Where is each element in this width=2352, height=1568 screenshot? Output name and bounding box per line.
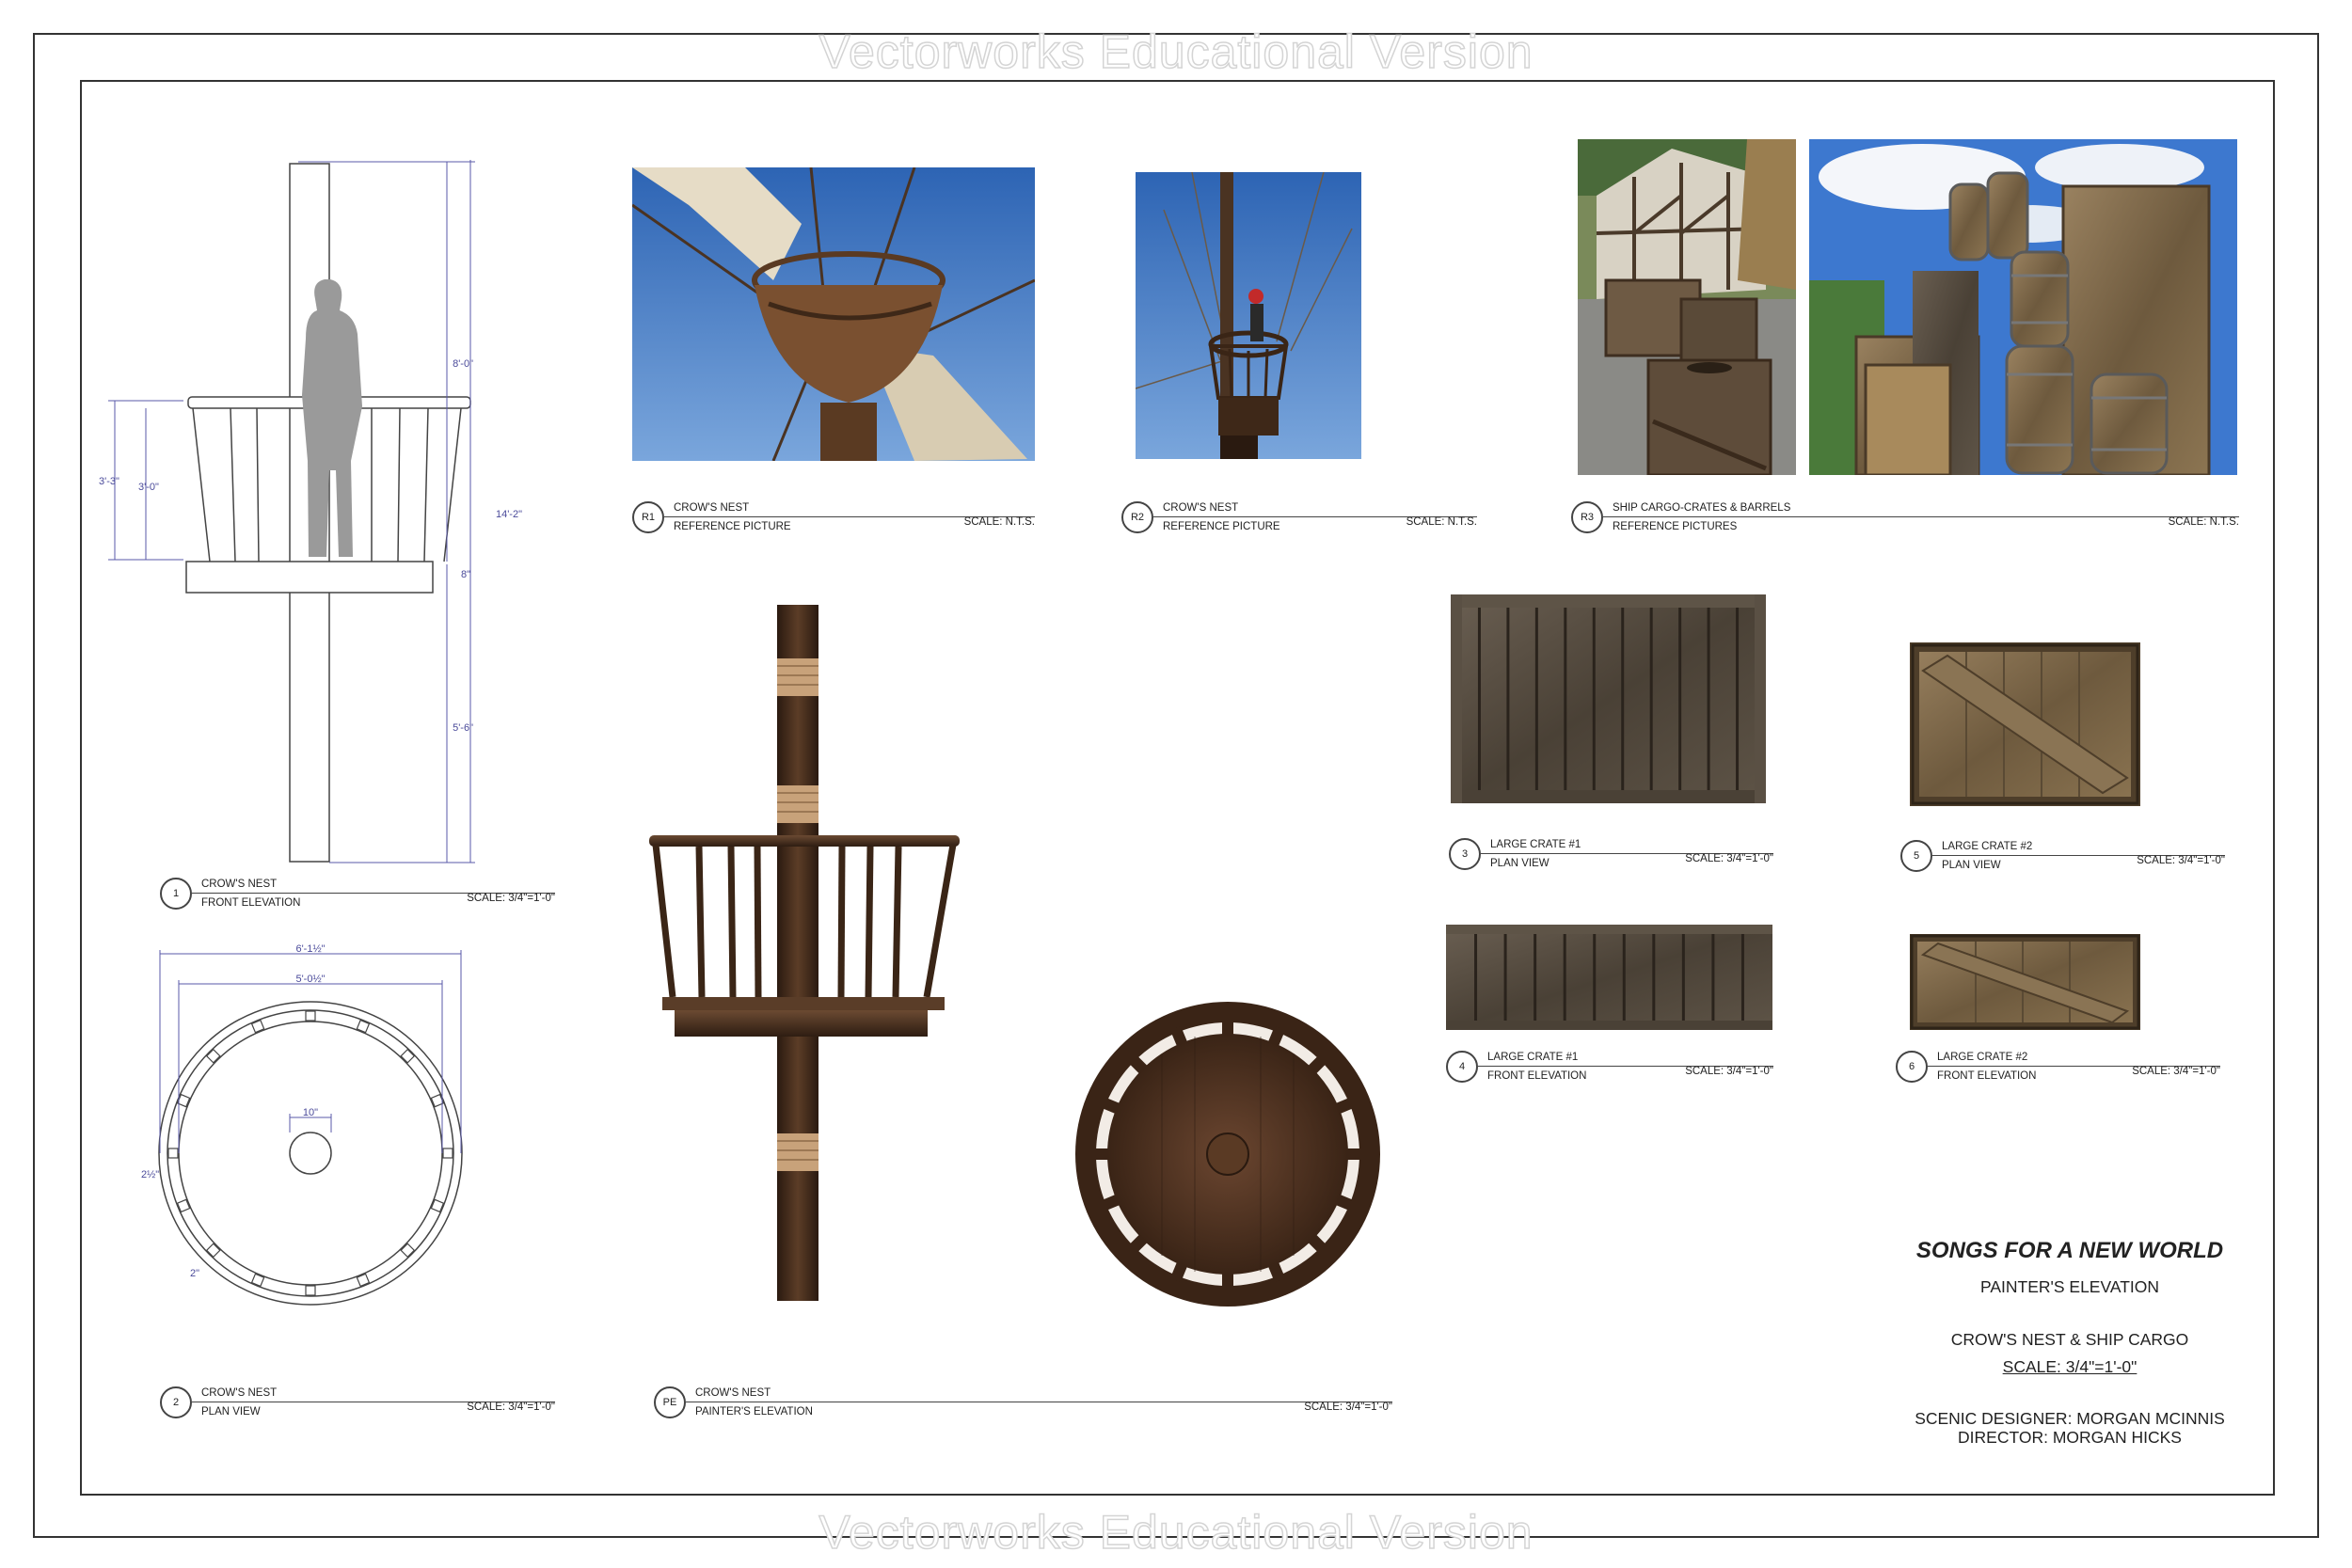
drawing-subtitle: PLAN VIEW <box>201 1406 261 1418</box>
painters-elevation-platform <box>1073 997 1383 1312</box>
drawing-scale: SCALE: N.T.S. <box>1406 516 1477 528</box>
rail-post <box>400 1048 416 1064</box>
label-drawing-1: 1 CROW'S NEST FRONT ELEVATION SCALE: 3/4… <box>160 878 555 917</box>
drawing-number: R1 <box>632 501 664 533</box>
dim-lower-height: 5'-6" <box>453 722 473 734</box>
label-reference-r3: R3 SHIP CARGO-CRATES & BARRELS REFERENCE… <box>1571 501 2239 541</box>
drawing-number: 3 <box>1449 838 1481 870</box>
drawing-subtitle: PLAN VIEW <box>1490 858 1549 869</box>
dim-rail-height-inner: 3'-0" <box>138 482 159 493</box>
drawing-number: 2 <box>160 1386 192 1418</box>
rail-post <box>400 1243 416 1259</box>
label-drawing-4: 4 LARGE CRATE #1 FRONT ELEVATION SCALE: … <box>1446 1051 1773 1090</box>
dim-rail-width: 2½" <box>141 1169 159 1180</box>
drawing-number: 1 <box>160 878 192 910</box>
drawing-title: LARGE CRATE #1 <box>1487 1052 1579 1063</box>
dim-floor-thickness: 8" <box>461 569 470 580</box>
drawing-scale: SCALE: 3/4"=1'-0" <box>2132 1066 2220 1077</box>
drawing-scale: SCALE: 3/4"=1'-0" <box>467 893 555 904</box>
reference-photo-r3-building <box>1578 139 1796 475</box>
drawing-scale: SCALE: 3/4"=1'-0" <box>467 1402 555 1413</box>
director: DIRECTOR: MORGAN HICKS <box>1958 1428 2182 1447</box>
drawing-scale: SCALE: 3/4"=1'-0" <box>1685 853 1773 864</box>
dim-upper-height: 8'-0" <box>453 358 473 370</box>
drawing-number: 4 <box>1446 1051 1478 1083</box>
label-drawing-6: 6 LARGE CRATE #2 FRONT ELEVATION SCALE: … <box>1896 1051 2220 1090</box>
rail-post <box>305 1285 316 1296</box>
crows-nest-front-elevation: 8'-0" 14'-2" 8" 5'-6" 3'-3" 3'-0" <box>89 150 560 865</box>
drawing-subtitle: FRONT ELEVATION <box>1487 1070 1587 1082</box>
dim-post-size: 2" <box>190 1268 199 1279</box>
drawing-scale: SCALE: 3/4"=1'-0" <box>2137 855 2225 866</box>
reference-photo-r1 <box>632 167 1035 461</box>
drawing-title: CROW'S NEST <box>695 1387 771 1399</box>
dim-mast-hole: 10" <box>303 1107 318 1118</box>
drawing-title: CROW'S NEST <box>1163 502 1239 514</box>
drawing-title: CROW'S NEST <box>201 1387 278 1399</box>
rail-post <box>205 1048 221 1064</box>
watermark-top: Vectorworks Educational Version <box>818 24 1534 79</box>
reference-photo-r2 <box>1136 172 1361 459</box>
drawing-title: CROW'S NEST <box>674 502 750 514</box>
drawing-title: LARGE CRATE #2 <box>1942 841 2033 852</box>
rail-post <box>205 1243 221 1259</box>
crows-nest-plan-view: 6'-1½" 5'-0½" 10" 2½" 2" <box>132 941 489 1317</box>
drawing-scale: SCALE: 3/4"=1'-0" <box>1685 1066 1773 1077</box>
label-reference-r1: R1 CROW'S NEST REFERENCE PICTURE SCALE: … <box>632 501 1035 541</box>
painters-elevation-mast <box>640 602 960 1303</box>
sheet-scale: SCALE: 3/4"=1'-0" <box>2002 1357 2137 1376</box>
drawing-scale: SCALE: 3/4"=1'-0" <box>1304 1402 1392 1413</box>
label-drawing-5: 5 LARGE CRATE #2 PLAN VIEW SCALE: 3/4"=1… <box>1900 840 2225 879</box>
dim-overall-height: 14'-2" <box>496 509 522 520</box>
label-rule <box>1603 516 2239 517</box>
dim-rail-height-outer: 3'-3" <box>99 476 119 487</box>
drawing-subtitle: REFERENCE PICTURE <box>1163 521 1280 532</box>
drawing-title: SHIP CARGO-CRATES & BARRELS <box>1613 502 1791 514</box>
drawing-number: 6 <box>1896 1051 1928 1083</box>
reference-photo-r3-barrels <box>1809 139 2237 475</box>
label-painters-elevation: PE CROW'S NEST PAINTER'S ELEVATION SCALE… <box>654 1386 1392 1426</box>
rail-post <box>167 1148 179 1159</box>
drawing-number: R2 <box>1121 501 1153 533</box>
label-drawing-2: 2 CROW'S NEST PLAN VIEW SCALE: 3/4"=1'-0… <box>160 1386 555 1426</box>
crate-2-front-elevation <box>1910 934 2140 1030</box>
crate-1-front-elevation <box>1446 925 1772 1030</box>
dim-inner-diameter: 5'-0½" <box>295 974 325 985</box>
rail-post <box>305 1010 316 1022</box>
drawing-title: LARGE CRATE #1 <box>1490 839 1581 850</box>
drawing-title: LARGE CRATE #2 <box>1937 1052 2028 1063</box>
drawing-subtitle: PAINTER'S ELEVATION <box>695 1406 813 1418</box>
drawing-subtitle: REFERENCE PICTURE <box>674 521 791 532</box>
crate-2-plan-view <box>1910 642 2140 806</box>
drawing-subtitle: PLAN VIEW <box>1942 860 2001 871</box>
sheet-type: PAINTER'S ELEVATION <box>1979 1277 2160 1296</box>
crate-1-plan-view <box>1451 594 1766 803</box>
sheet-name: CROW'S NEST & SHIP CARGO <box>1950 1330 2189 1349</box>
drawing-subtitle: FRONT ELEVATION <box>201 897 301 909</box>
label-drawing-3: 3 LARGE CRATE #1 PLAN VIEW SCALE: 3/4"=1… <box>1449 838 1773 878</box>
drawing-number: R3 <box>1571 501 1603 533</box>
rail-post <box>442 1148 453 1159</box>
scenic-designer: SCENIC DESIGNER: MORGAN MCINNIS <box>1915 1409 2225 1428</box>
drawing-subtitle: REFERENCE PICTURES <box>1613 521 1738 532</box>
watermark-bottom: Vectorworks Educational Version <box>818 1505 1534 1560</box>
label-reference-r2: R2 CROW'S NEST REFERENCE PICTURE SCALE: … <box>1121 501 1477 541</box>
drawing-title: CROW'S NEST <box>201 879 278 890</box>
dim-outer-diameter: 6'-1½" <box>295 943 325 955</box>
drawing-number: PE <box>654 1386 686 1418</box>
drawing-scale: SCALE: N.T.S. <box>2168 516 2239 528</box>
show-title: SONGS FOR A NEW WORLD <box>1915 1238 2224 1263</box>
drawing-subtitle: FRONT ELEVATION <box>1937 1070 2037 1082</box>
human-scale-figure <box>302 279 362 557</box>
drawing-number: 5 <box>1900 840 1932 872</box>
drawing-scale: SCALE: N.T.S. <box>963 516 1035 528</box>
